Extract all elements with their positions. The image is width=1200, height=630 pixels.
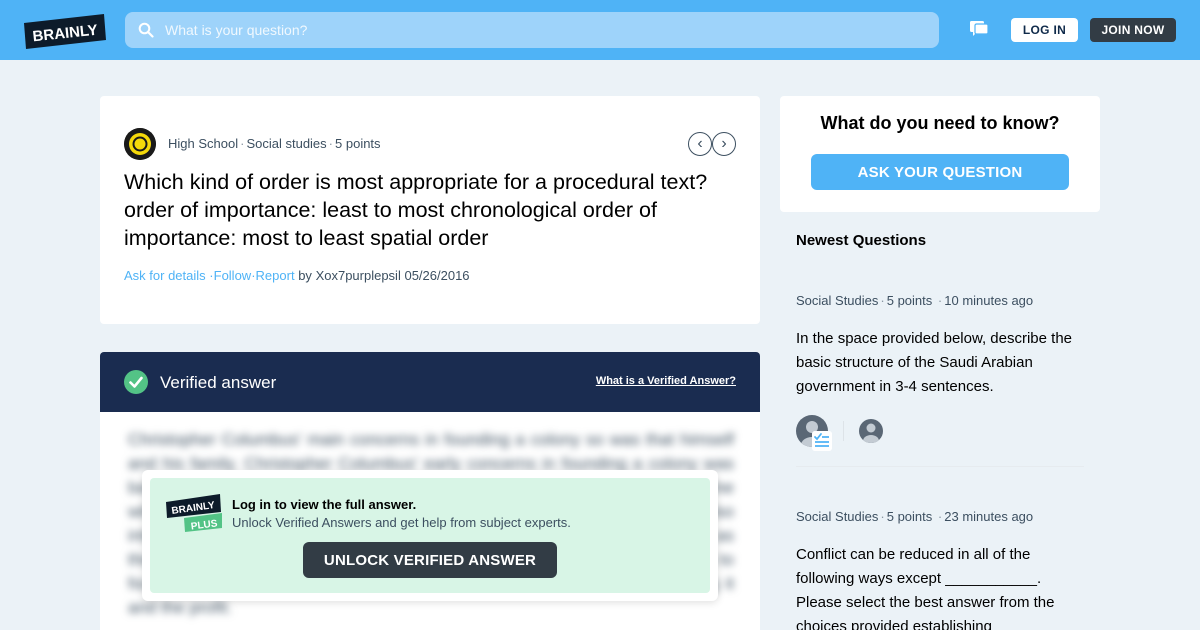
ask-your-question-button[interactable]: ASK YOUR QUESTION xyxy=(811,154,1069,190)
newest-questions-title: Newest Questions xyxy=(796,232,927,249)
question-text: Which kind of order is most appropriate … xyxy=(124,170,708,250)
newest-question-text[interactable]: In the space provided below, describe th… xyxy=(796,327,1084,399)
join-now-button[interactable]: JOIN NOW xyxy=(1090,18,1176,42)
user-icon xyxy=(863,423,879,443)
ask-for-details-link[interactable]: Ask for details xyxy=(124,268,206,283)
report-link[interactable]: Report xyxy=(256,268,295,283)
newest-question-time: 23 minutes ago xyxy=(944,509,1034,524)
follow-link[interactable]: Follow xyxy=(214,268,252,283)
newest-question-time: 10 minutes ago xyxy=(944,293,1034,308)
unlock-verified-answer-button[interactable]: UNLOCK VERIFIED ANSWER xyxy=(303,542,557,578)
what-is-verified-link[interactable]: What is a Verified Answer? xyxy=(596,375,736,387)
previous-question-button[interactable]: ‹ xyxy=(688,132,712,156)
ask-card-title: What do you need to know? xyxy=(820,113,1060,133)
newest-question-text[interactable]: Conflict can be reduced in all of the fo… xyxy=(796,543,1084,630)
question-level[interactable]: High School xyxy=(168,136,238,151)
ask-question-card: What do you need to know? ASK YOUR QUEST… xyxy=(780,96,1100,212)
overlay-title: Log in to view the full answer. xyxy=(232,497,417,512)
newest-question-subject[interactable]: Social Studies xyxy=(796,509,878,524)
brainly-plus-logo: BRAINLY PLUS xyxy=(166,494,222,532)
newest-question-points: 5 points xyxy=(886,509,933,524)
top-navigation-bar: BRAINLY LOG IN JOIN NOW xyxy=(0,0,1200,60)
question-actions: Ask for details ·Follow·Report by Xox7pu… xyxy=(124,268,470,283)
question-divider xyxy=(796,466,1084,467)
next-question-button[interactable]: › xyxy=(712,132,736,156)
unlock-answer-overlay: BRAINLY PLUS Log in to view the full ans… xyxy=(142,470,718,601)
question-points: 5 points xyxy=(335,136,381,151)
bvb-badge-icon xyxy=(124,128,156,160)
plus-logo-plus: PLUS xyxy=(190,518,218,532)
question-card: High School · Social studies · 5 points ‹ › … xyxy=(100,96,760,324)
answerer-avatar[interactable] xyxy=(859,419,883,443)
avatar-divider xyxy=(843,421,844,441)
answers-list-icon xyxy=(812,431,832,451)
search-input[interactable] xyxy=(165,12,925,48)
question-subject[interactable]: Social studies xyxy=(246,136,326,151)
unlock-answer-panel: BRAINLY PLUS Log in to view the full ans… xyxy=(150,478,710,593)
newest-question-subject[interactable]: Social Studies xyxy=(796,293,878,308)
author-name[interactable]: Xox7purplepsil xyxy=(316,268,401,283)
chevron-left-icon: ‹ xyxy=(697,135,703,152)
search-icon xyxy=(138,22,154,38)
overlay-subtitle: Unlock Verified Answers and get help fro… xyxy=(232,515,571,530)
chevron-right-icon: › xyxy=(721,135,727,152)
newest-question-item[interactable]: Social Studies · 5 points · 10 minutes ago … xyxy=(796,293,1084,451)
asker-avatar[interactable] xyxy=(124,128,156,160)
newest-question-meta: Social Studies · 5 points · 23 minutes ago xyxy=(796,509,1034,524)
by-label: by xyxy=(298,268,312,283)
question-date: 05/26/2016 xyxy=(404,268,470,283)
newest-question-points: 5 points xyxy=(886,293,933,308)
answerer-avatars xyxy=(796,415,1084,451)
newest-question-meta: Social Studies · 5 points · 10 minutes ago xyxy=(796,293,1034,308)
search-bar[interactable] xyxy=(125,12,939,48)
question-meta: High School · Social studies · 5 points xyxy=(168,136,381,151)
verified-check-icon xyxy=(124,370,148,394)
login-button[interactable]: LOG IN xyxy=(1011,18,1078,42)
verified-answer-title: Verified answer xyxy=(160,373,277,392)
verified-answer-header: Verified answer What is a Verified Answe… xyxy=(100,352,760,412)
newest-question-item[interactable]: Social Studies · 5 points · 23 minutes ago … xyxy=(796,509,1084,630)
brainly-logo[interactable]: BRAINLY xyxy=(24,14,106,49)
messages-icon[interactable] xyxy=(969,19,989,39)
